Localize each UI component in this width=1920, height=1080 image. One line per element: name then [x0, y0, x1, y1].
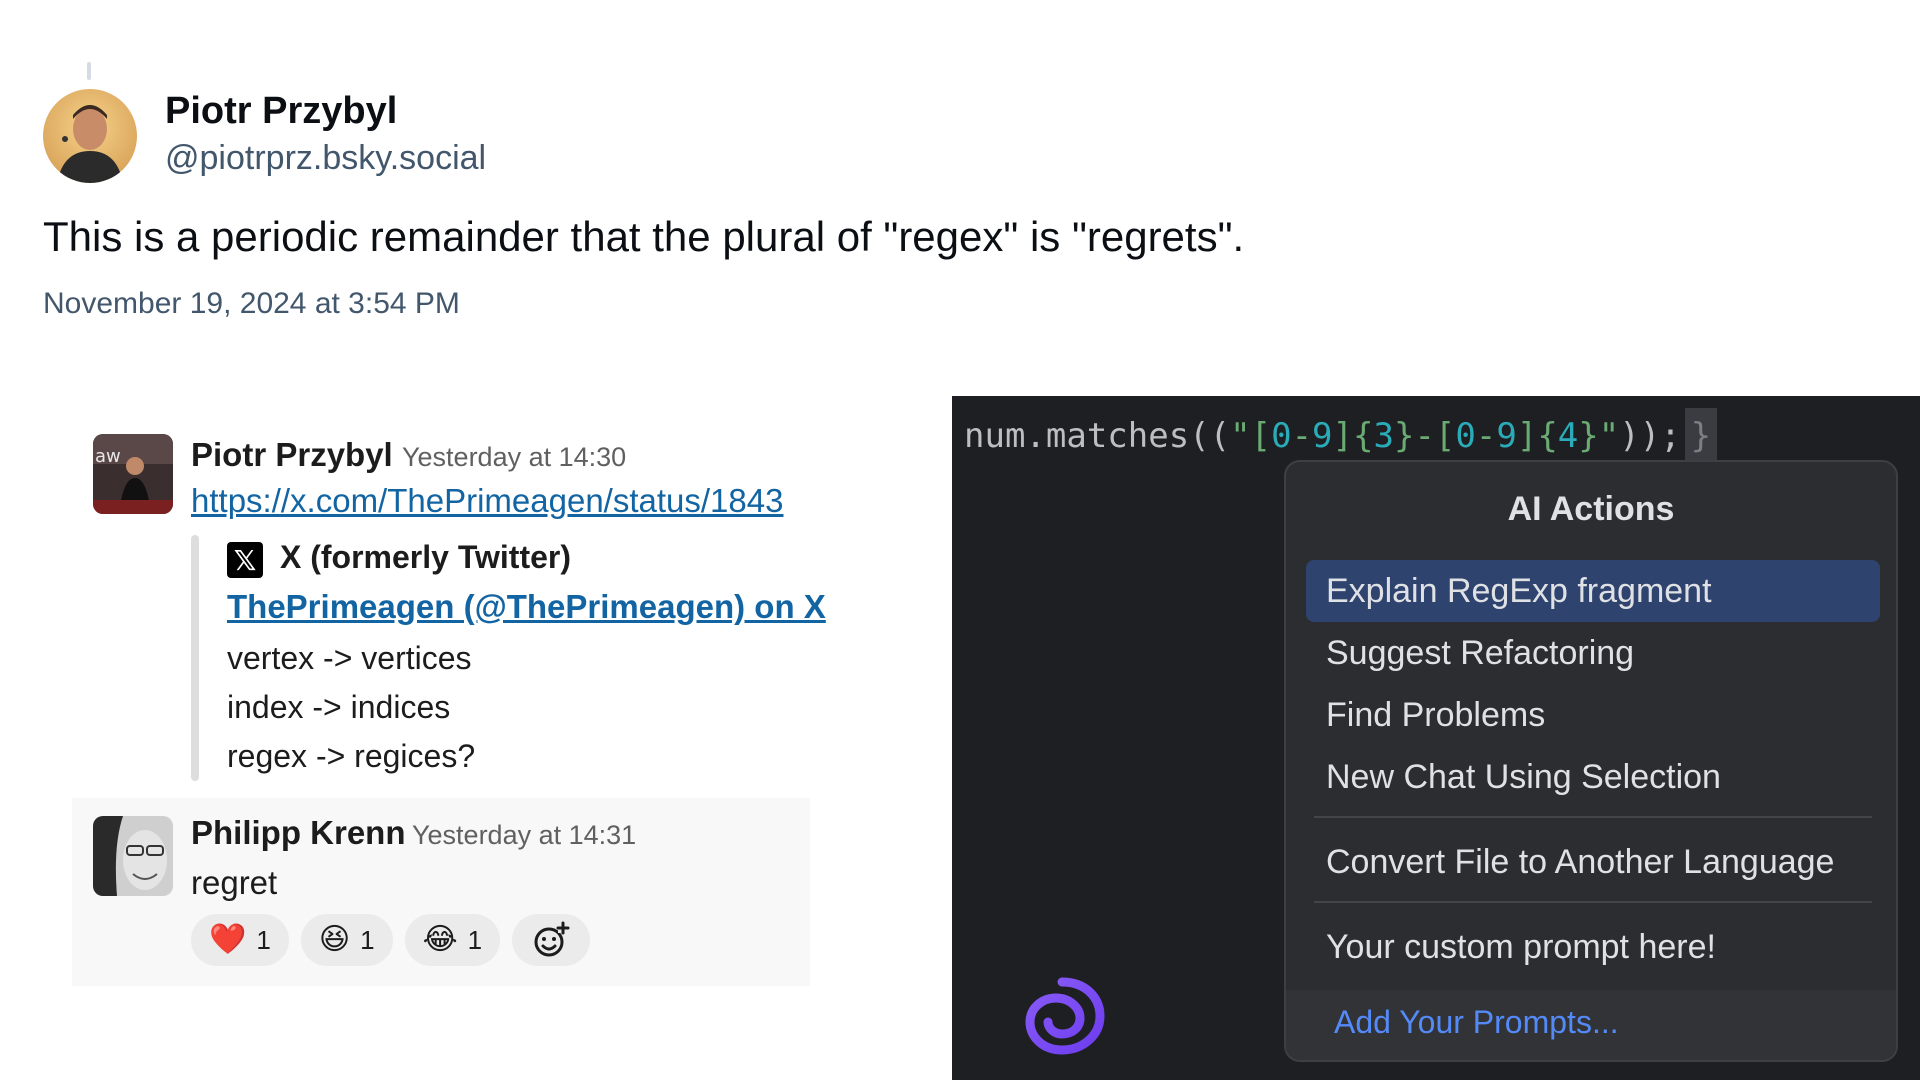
unfurl-accent-bar [191, 535, 199, 781]
message-timestamp[interactable]: Yesterday at 14:31 [412, 820, 636, 851]
reaction-count: 1 [256, 924, 271, 955]
unfurl-source: X (formerly Twitter) [280, 539, 571, 575]
reaction-heart[interactable]: ❤️ 1 [191, 914, 289, 966]
add-reaction-button[interactable] [512, 914, 591, 966]
code-token: 4 [1557, 416, 1579, 456]
slack-conversation: aw Piotr Przybyl Yesterday at 14:30 http… [60, 420, 826, 1000]
tears-of-joy-emoji: 😂 [422, 922, 458, 957]
reaction-laughing[interactable]: 😆 1 [300, 914, 393, 966]
code-token: }-[ [1393, 416, 1456, 456]
menu-separator [1314, 901, 1872, 903]
popup-title: AI Actions [1507, 490, 1675, 528]
avatar[interactable] [43, 89, 137, 183]
ide-editor[interactable]: num.matches(("[0-9]{3}-[0-9]{4}"));} AI … [952, 396, 1920, 1080]
add-prompts-link[interactable]: Add Your Prompts... [1334, 1004, 1619, 1041]
reaction-tears-of-joy[interactable]: 😂 1 [404, 914, 501, 966]
unfurl-text-line: index -> indices [227, 689, 451, 725]
message[interactable]: aw Piotr Przybyl Yesterday at 14:30 http… [60, 420, 826, 798]
menu-item-convert-file[interactable]: Convert File to Another Language [1306, 831, 1880, 893]
code-token: 0 [1271, 416, 1292, 456]
author-name[interactable]: Piotr Przybyl [165, 90, 397, 133]
menu-item-find-problems[interactable]: Find Problems [1306, 684, 1880, 746]
code-token: 0 [1455, 416, 1476, 456]
svg-text:aw: aw [95, 446, 121, 467]
message-timestamp[interactable]: Yesterday at 14:30 [402, 442, 626, 473]
avatar-photo: aw [93, 434, 173, 514]
reaction-count: 1 [467, 924, 483, 955]
code-token: 9 [1496, 416, 1517, 456]
avatar-photo [93, 816, 173, 896]
code-token: - [1475, 416, 1497, 456]
laughing-emoji: 😆 [318, 922, 351, 957]
code-token: - [1291, 416, 1313, 456]
menu-item-custom-prompt[interactable]: Your custom prompt here! [1306, 916, 1880, 978]
message-author[interactable]: Piotr Przybyl [191, 436, 393, 474]
code-brace-highlight: } [1684, 408, 1718, 464]
thread-connector [87, 62, 91, 80]
unfurl-text-line: vertex -> vertices [227, 640, 472, 676]
menu-separator [1314, 816, 1872, 818]
code-token: 9 [1312, 416, 1333, 456]
code-line[interactable]: num.matches(("[0-9]{3}-[0-9]{4}"));} [964, 408, 1718, 464]
avatar[interactable]: aw [93, 434, 173, 514]
unfurl-text-line: regex -> regices? [227, 738, 476, 774]
x-logo-icon: 𝕏 [227, 542, 263, 578]
post-timestamp[interactable]: November 19, 2024 at 3:54 PM [43, 287, 460, 321]
post-text: This is a periodic remainder that the pl… [43, 213, 1245, 260]
code-token: )); [1619, 416, 1681, 456]
reactions-bar: ❤️ 1 😆 1 😂 1 [191, 914, 591, 966]
message-text: regret [191, 864, 278, 901]
code-token: " [1230, 416, 1251, 456]
unfurl-title-link[interactable]: ThePrimeagen (@ThePrimeagen) on X [227, 588, 826, 626]
menu-item-suggest-refactoring[interactable]: Suggest Refactoring [1306, 622, 1880, 684]
code-token: num.matches(( [964, 416, 1231, 456]
menu-item-explain-regexp[interactable]: Explain RegExp fragment [1306, 560, 1880, 622]
code-token: [ [1250, 416, 1272, 456]
code-token: ]{ [1332, 416, 1374, 456]
heart-emoji: ❤️ [209, 922, 247, 957]
message-link[interactable]: https://x.com/ThePrimeagen/status/1843 [191, 482, 811, 520]
code-token: 3 [1373, 416, 1394, 456]
avatar[interactable] [93, 816, 173, 896]
ai-actions-popup: AI Actions Explain RegExp fragment Sugge… [1284, 460, 1898, 1062]
code-token: } [1578, 416, 1599, 456]
add-reaction-icon [534, 921, 570, 957]
menu-item-new-chat-selection[interactable]: New Chat Using Selection [1306, 746, 1880, 808]
message-author[interactable]: Philipp Krenn [191, 814, 406, 852]
ai-assistant-swirl-icon [1025, 977, 1105, 1055]
author-handle[interactable]: @piotrprz.bsky.social [165, 139, 486, 178]
popup-footer: Add Your Prompts... [1286, 990, 1896, 1060]
reaction-count: 1 [360, 924, 375, 955]
message-hovered[interactable]: Philipp Krenn Yesterday at 14:31 regret … [72, 798, 810, 986]
avatar-photo [43, 89, 137, 183]
code-token: " [1598, 416, 1620, 456]
code-token: ]{ [1516, 416, 1558, 456]
